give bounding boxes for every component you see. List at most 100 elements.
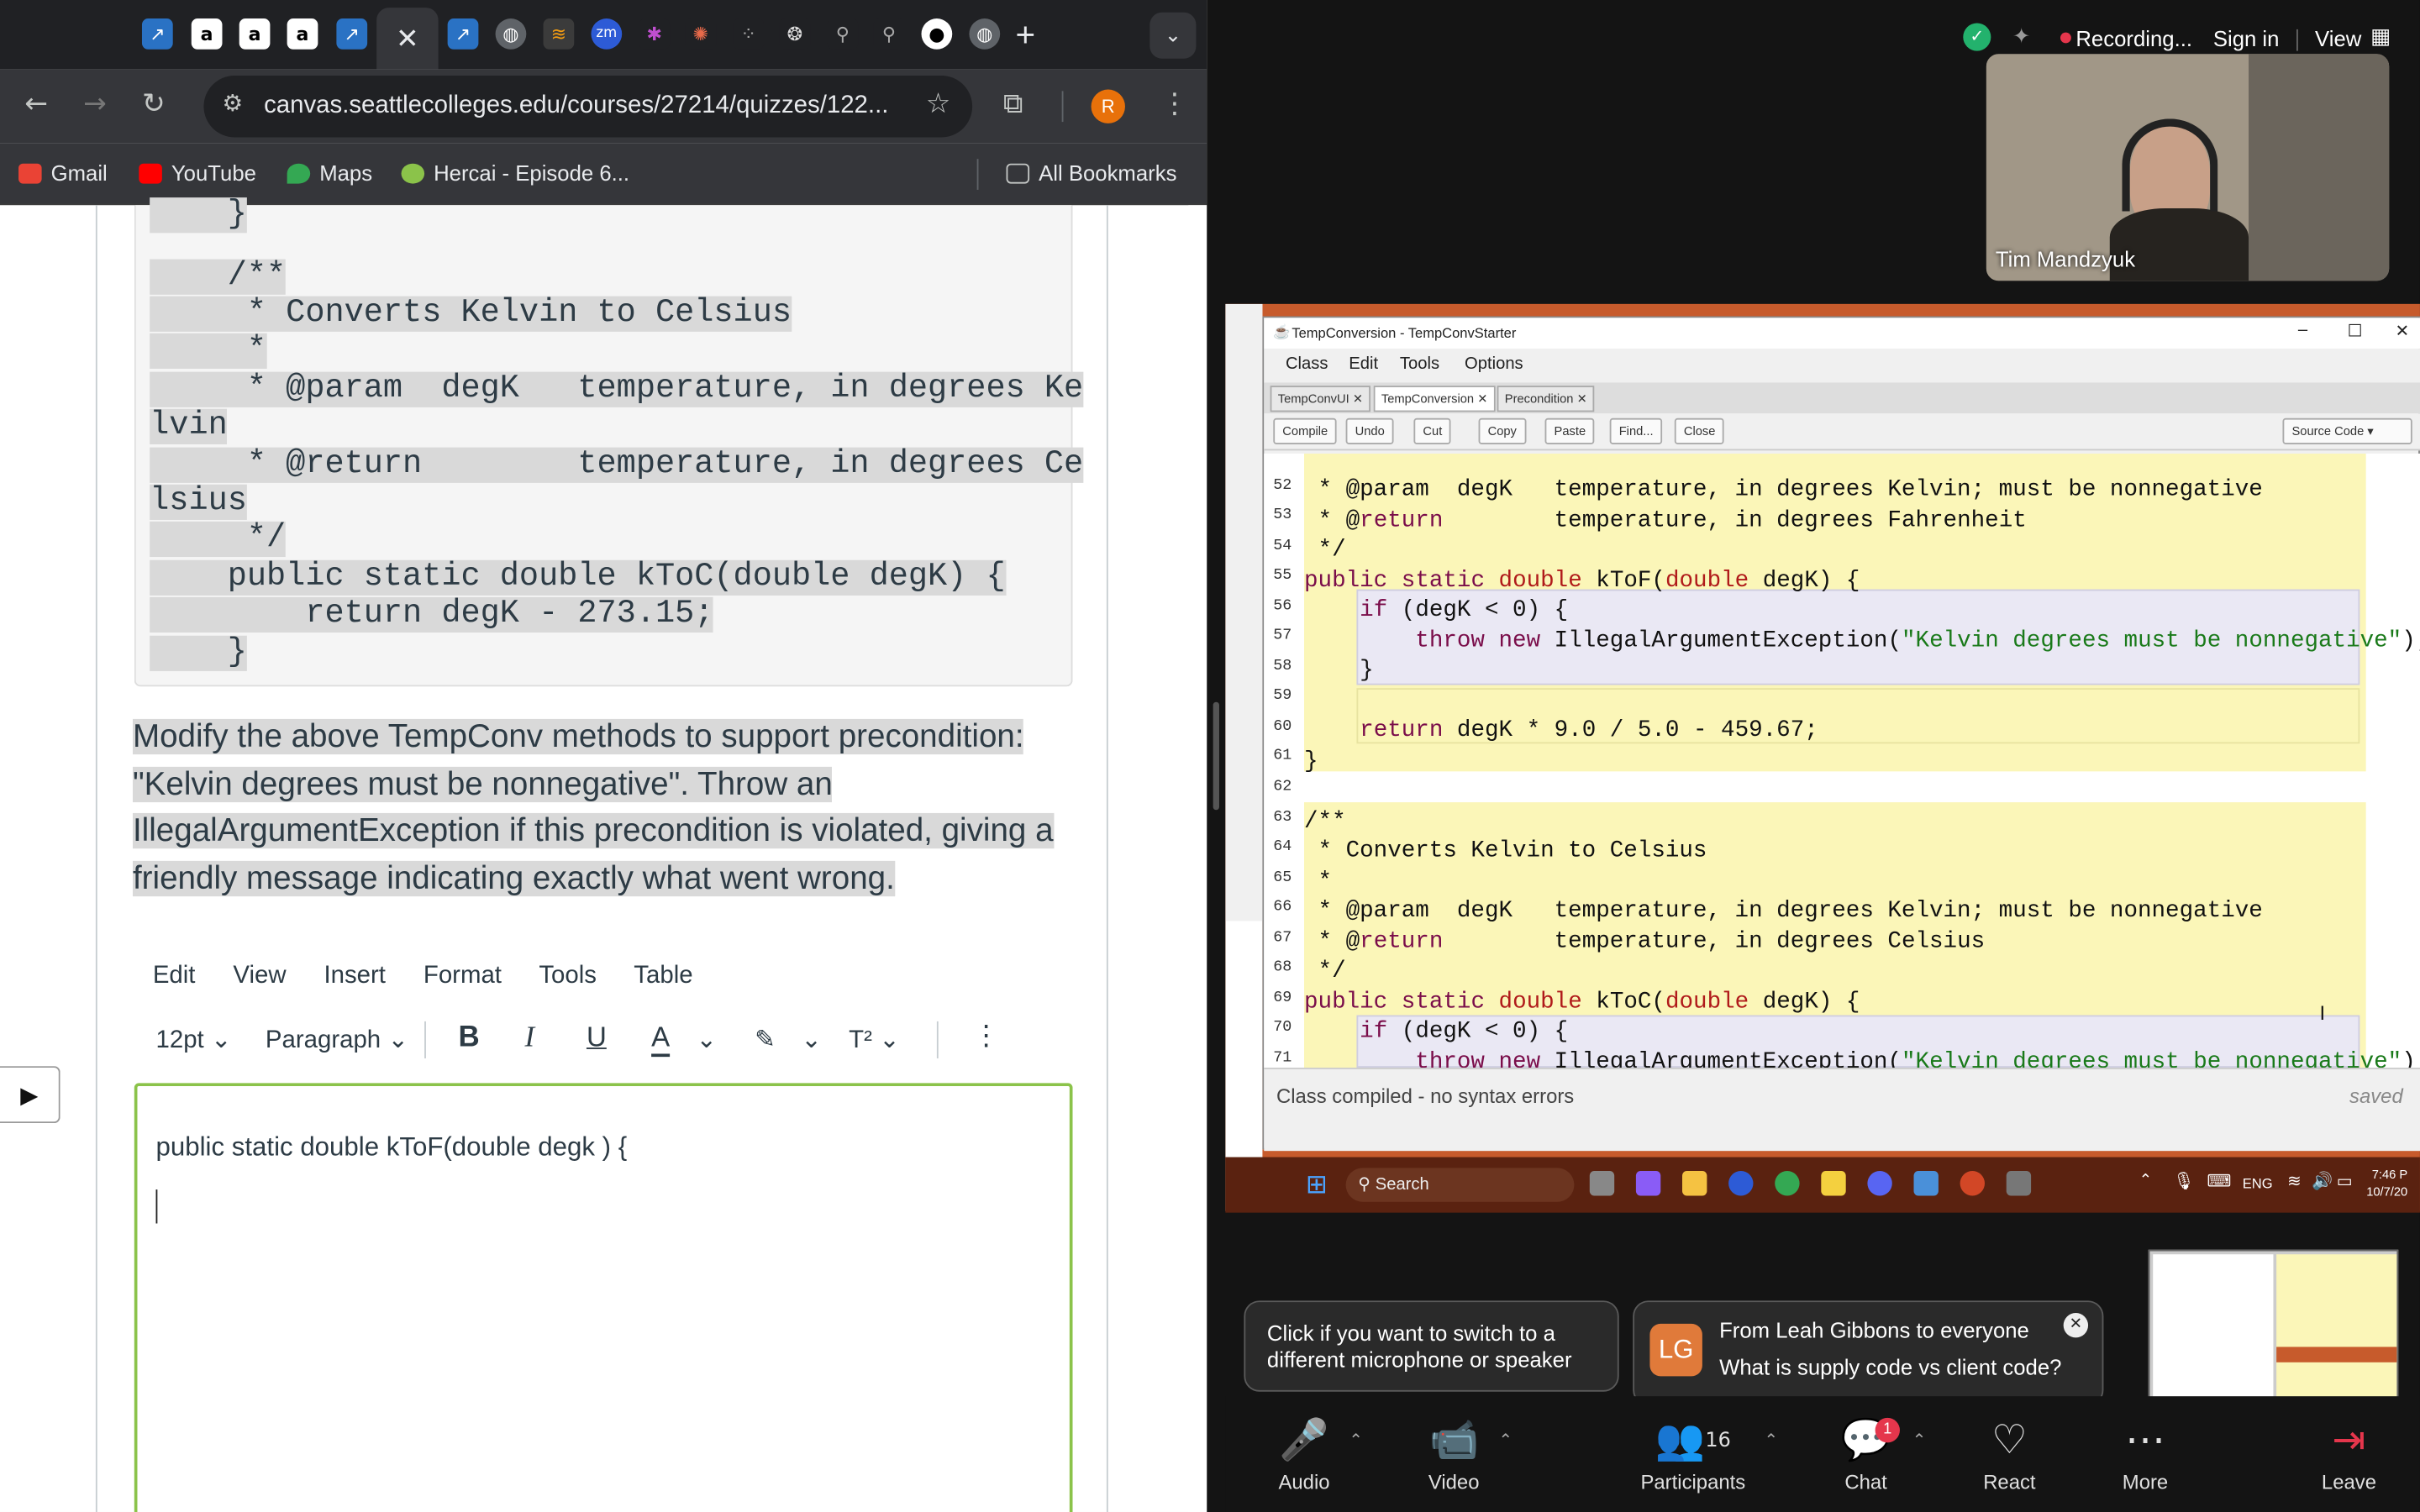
discord-icon[interactable]: [1867, 1171, 1892, 1196]
microphone-icon[interactable]: 🎙: [2173, 1171, 2195, 1191]
text-color-icon[interactable]: A: [651, 1021, 671, 1058]
grid-view-icon[interactable]: ▦: [2370, 24, 2391, 50]
bookmark-youtube[interactable]: YouTube: [139, 160, 256, 185]
menu-tools[interactable]: Tools: [1400, 354, 1439, 373]
tab-favicon-sun[interactable]: ✺: [685, 18, 717, 50]
menu-view[interactable]: View: [233, 963, 286, 989]
bold-icon[interactable]: B: [458, 1021, 479, 1055]
url-text[interactable]: canvas.seattlecolleges.edu/courses/27214…: [264, 92, 888, 120]
chevron-down-icon[interactable]: ⌄: [696, 1025, 717, 1056]
tab-favicon-canvas[interactable]: ↗: [336, 18, 368, 50]
italic-icon[interactable]: I: [524, 1021, 534, 1055]
participant-video[interactable]: Tim Mandzyuk: [1986, 54, 2390, 281]
close-button[interactable]: Close: [1674, 417, 1725, 444]
compile-button[interactable]: Compile: [1273, 417, 1338, 444]
menu-tools[interactable]: Tools: [539, 963, 597, 989]
tab-favicon-zoom[interactable]: zm: [591, 18, 623, 50]
font-size-select[interactable]: 12pt ⌄: [156, 1025, 232, 1056]
notepad-icon[interactable]: [1913, 1171, 1939, 1196]
taskbar-search[interactable]: ⚲ Search: [1345, 1168, 1575, 1202]
menu-edit[interactable]: Edit: [153, 963, 196, 989]
powerpoint-icon[interactable]: [1960, 1171, 1985, 1196]
chevron-up-icon[interactable]: ⌃: [2139, 1173, 2152, 1189]
tab-favicon-amazon[interactable]: a: [239, 18, 271, 50]
new-tab-button[interactable]: +: [1016, 15, 1036, 55]
menu-options[interactable]: Options: [1465, 354, 1523, 373]
tab-favicon-canvas[interactable]: ↗: [141, 18, 173, 50]
tab-favicon-canvas[interactable]: ↗: [447, 18, 479, 50]
view-menu[interactable]: View: [2315, 26, 2361, 50]
chevron-down-icon[interactable]: ⌄: [801, 1025, 822, 1056]
recording-label[interactable]: Recording...: [2075, 26, 2192, 50]
tab-favicon-github[interactable]: ●: [921, 18, 953, 50]
forward-icon[interactable]: →: [83, 88, 107, 121]
address-bar[interactable]: ⚙ canvas.seattlecolleges.edu/courses/272…: [203, 75, 973, 138]
undo-button[interactable]: Undo: [1345, 417, 1394, 444]
site-info-icon[interactable]: ⚙: [222, 90, 243, 117]
cut-button[interactable]: Cut: [1413, 417, 1452, 444]
back-icon[interactable]: ←: [24, 88, 48, 121]
tab-favicon-dots[interactable]: ⁘: [733, 18, 765, 50]
participants-button[interactable]: 👥16 Participants: [1631, 1412, 1754, 1494]
superscript-icon[interactable]: T² ⌄: [849, 1025, 900, 1056]
taskbar-clock[interactable]: 7:46 P 10/7/20: [2366, 1167, 2407, 1200]
menu-table[interactable]: Table: [634, 963, 692, 989]
chevron-up-icon[interactable]: ⌃: [1764, 1431, 1778, 1450]
zoom-app-icon[interactable]: [1728, 1171, 1754, 1196]
video-button[interactable]: 📹 Video: [1392, 1412, 1516, 1494]
page-scrollbar[interactable]: [1188, 205, 1207, 1512]
window-splitter[interactable]: [1207, 0, 1226, 1512]
more-button[interactable]: ⋯ More: [2084, 1412, 2207, 1494]
profile-avatar[interactable]: R: [1091, 89, 1125, 123]
battery-icon[interactable]: ▭: [2337, 1171, 2353, 1191]
extensions-icon[interactable]: ⧉: [1003, 88, 1023, 121]
bookmark-star-icon[interactable]: ☆: [926, 88, 951, 121]
menu-class[interactable]: Class: [1286, 354, 1328, 373]
bookmark-maps[interactable]: Maps: [287, 160, 372, 185]
play-icon[interactable]: ▶: [0, 1066, 60, 1124]
find-button[interactable]: Find...: [1609, 417, 1663, 444]
editor-text[interactable]: public static double kToF(double degk ) …: [156, 1132, 628, 1163]
leave-button[interactable]: ⇥ Leave: [2287, 1412, 2411, 1494]
windows-start-icon[interactable]: ⊞: [1306, 1169, 1328, 1200]
mic-tooltip[interactable]: Click if you want to switch to a differe…: [1244, 1300, 1619, 1392]
code-editor[interactable]: 52 53 54 55 56 57 58 59 60 61 62 63 64 6…: [1264, 453, 2420, 1068]
file-explorer-icon[interactable]: [1682, 1171, 1707, 1196]
bookmark-gmail[interactable]: Gmail: [18, 160, 108, 185]
tab-search-button[interactable]: ⌄: [1150, 12, 1197, 59]
chat-notification[interactable]: LG From Leah Gibbons to everyone What is…: [1633, 1300, 2104, 1406]
sticky-notes-icon[interactable]: [1821, 1171, 1846, 1196]
volume-icon[interactable]: 🔊: [2312, 1171, 2333, 1191]
tab-favicon-openai[interactable]: ❂: [779, 18, 811, 50]
language-indicator[interactable]: ENG: [2243, 1176, 2273, 1191]
chrome-icon[interactable]: [1775, 1171, 1800, 1196]
react-button[interactable]: ♡ React: [1948, 1412, 2071, 1494]
wifi-icon[interactable]: ≋: [2287, 1171, 2302, 1191]
view-select[interactable]: Source Code ▾: [2282, 417, 2412, 444]
tab-favicon-amazon[interactable]: a: [191, 18, 223, 50]
audio-button[interactable]: 🎤 Audio: [1243, 1412, 1366, 1494]
chevron-up-icon[interactable]: ⌃: [1912, 1431, 1927, 1450]
tab-tempconversion[interactable]: TempConversion ✕: [1373, 386, 1496, 412]
active-tab[interactable]: ✕: [376, 8, 439, 70]
tab-favicon-layers[interactable]: ≋: [543, 18, 575, 50]
screen-share-thumbnail[interactable]: [2148, 1249, 2399, 1408]
chat-button[interactable]: 💬 Chat: [1804, 1412, 1928, 1494]
copilot-icon[interactable]: [1635, 1171, 1661, 1196]
maximize-icon[interactable]: ☐: [2348, 321, 2363, 341]
tab-precondition[interactable]: Precondition ✕: [1497, 386, 1596, 412]
splitter-handle[interactable]: [1213, 701, 1219, 811]
close-tab-icon[interactable]: ✕: [396, 23, 419, 55]
menu-edit[interactable]: Edit: [1349, 354, 1378, 373]
close-icon[interactable]: ✕: [2396, 321, 2410, 341]
bluej-taskbar-icon[interactable]: [2006, 1171, 2032, 1196]
answer-editor[interactable]: public static double kToF(double degk ) …: [134, 1083, 1073, 1512]
tab-favicon-search[interactable]: ⚲: [827, 18, 859, 50]
all-bookmarks[interactable]: All Bookmarks: [1006, 160, 1176, 185]
tab-favicon-globe[interactable]: ◍: [969, 18, 1001, 50]
menu-insert[interactable]: Insert: [324, 963, 385, 989]
reload-icon[interactable]: ↻: [142, 88, 166, 121]
menu-kebab-icon[interactable]: ⋮: [1160, 88, 1188, 121]
task-view-icon[interactable]: [1589, 1171, 1615, 1196]
tab-favicon-bot[interactable]: ✱: [639, 18, 671, 50]
